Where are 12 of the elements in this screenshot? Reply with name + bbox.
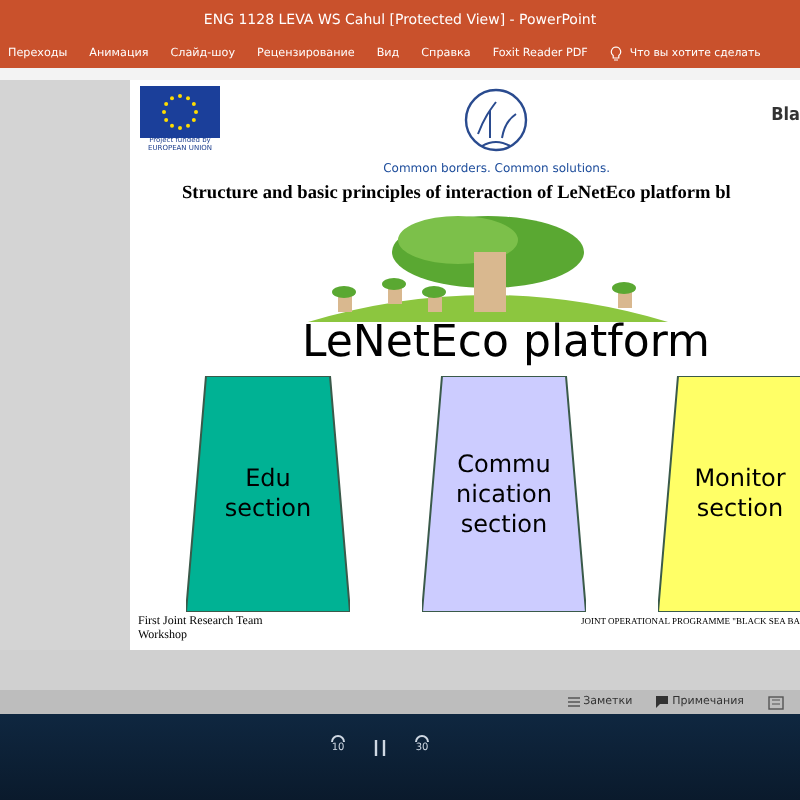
section-trapezoid: Edu section [186,376,350,612]
notes-icon [567,696,580,708]
normal-view-icon[interactable] [768,695,784,709]
section-trapezoid: Commu nication section [422,376,586,612]
eu-flag-icon [140,86,220,138]
partner-logo-text: Bla [771,106,800,126]
section-trapezoid: Monitor section [658,376,800,612]
speech-bubble-icon [656,696,669,708]
platform-label: LeNetEco platform [302,318,712,368]
lightbulb-icon [609,45,622,61]
pause-icon[interactable] [374,740,386,756]
slide-title: Structure and basic principles of interaction of LeNetEco platform bl [182,184,733,204]
